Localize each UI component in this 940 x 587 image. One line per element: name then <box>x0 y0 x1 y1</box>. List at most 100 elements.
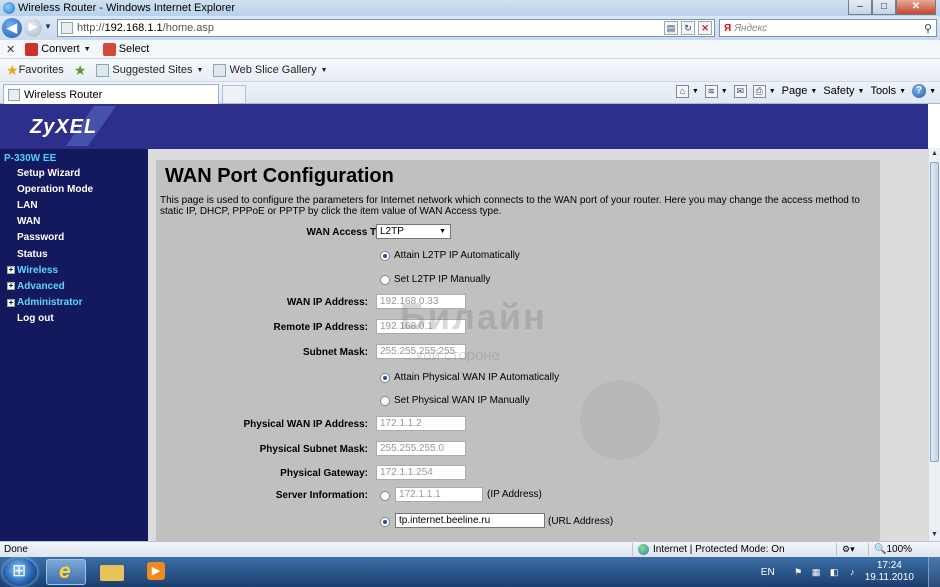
home-button[interactable]: ⌂ ▼ <box>675 84 699 98</box>
physical-manual-option[interactable]: Set Physical WAN IP Manually <box>380 395 530 406</box>
wan-ip-label: WAN IP Address: <box>286 297 368 308</box>
sidebar-item-setup-wizard[interactable]: Setup Wizard <box>0 165 148 181</box>
stop-icon[interactable]: ✕ <box>698 21 712 35</box>
physical-subnet-input[interactable]: 255.255.255.0 <box>376 441 466 456</box>
add-favorite-button[interactable]: ★ <box>74 63 87 77</box>
taskbar-explorer-button[interactable] <box>92 559 132 585</box>
select-button[interactable]: Select <box>102 42 150 56</box>
favorites-button[interactable]: ★ Favorites <box>6 63 64 77</box>
maximize-button[interactable]: □ <box>872 0 896 15</box>
web-slice-icon <box>213 63 227 77</box>
main-content: WAN Port Configuration This page is used… <box>148 149 928 541</box>
pdf-convert-icon <box>25 42 39 56</box>
vertical-scrollbar[interactable]: ▲ ▼ <box>928 148 940 541</box>
clock[interactable]: 17:24 19.11.2010 <box>865 560 914 584</box>
beeline-watermark: Билайн <box>400 296 547 337</box>
physical-auto-option[interactable]: Attain Physical WAN IP Automatically <box>380 372 559 383</box>
l2tp-manual-radio[interactable] <box>380 274 390 285</box>
feeds-button[interactable]: ≋ ▼ <box>704 84 728 98</box>
page-icon <box>8 88 20 101</box>
address-field[interactable]: http://192.168.1.1/home.asp ▤ ↻ ✕ <box>57 19 715 37</box>
mail-icon: ✉ <box>733 84 747 98</box>
show-desktop-button[interactable] <box>928 557 940 587</box>
expand-icon[interactable]: + <box>7 298 15 307</box>
close-window-button[interactable]: ✕ <box>896 0 936 15</box>
sidebar-item-advanced[interactable]: + Advanced <box>0 278 148 294</box>
expand-icon[interactable]: + <box>7 266 15 275</box>
safety-menu[interactable]: Safety ▼ <box>823 85 864 97</box>
close-toolbar-icon[interactable]: ✕ <box>6 43 15 56</box>
l2tp-auto-option[interactable]: Attain L2TP IP Automatically <box>380 250 520 261</box>
wan-access-type-value: L2TP <box>380 226 404 237</box>
read-mail-button[interactable]: ✉ <box>733 84 747 98</box>
convert-label: Convert <box>41 43 80 55</box>
zoom-level[interactable]: 🔍100% <box>874 544 912 555</box>
wan-access-type-select[interactable]: L2TP ▼ <box>376 224 451 239</box>
physical-subnet-label: Physical Subnet Mask: <box>259 444 368 455</box>
convert-button[interactable]: Convert ▼ <box>25 42 91 56</box>
expand-icon[interactable]: + <box>7 282 15 291</box>
tab-bar: Wireless Router ⌂ ▼ ≋ ▼ ✉ ⎙ ▼ Page ▼ Safety ▼… <box>0 82 940 104</box>
new-tab-button[interactable] <box>222 85 246 103</box>
tray-app-icon[interactable]: ◧ <box>829 567 840 578</box>
sidebar-item-operation-mode[interactable]: Operation Mode <box>0 181 148 197</box>
web-slice-gallery-button[interactable]: Web Slice Gallery ▼ <box>213 63 328 77</box>
address-url[interactable]: http://192.168.1.1/home.asp <box>77 22 214 34</box>
tab-wireless-router[interactable]: Wireless Router <box>3 84 219 104</box>
compatibility-view-icon[interactable]: ▤ <box>664 21 678 35</box>
security-zone[interactable]: Internet | Protected Mode: On <box>638 544 785 555</box>
network-icon[interactable]: ▦ <box>811 567 822 578</box>
language-indicator[interactable]: EN <box>761 567 775 578</box>
minimize-button[interactable]: – <box>848 0 872 15</box>
server-ip-radio[interactable] <box>380 491 390 501</box>
refresh-icon[interactable]: ↻ <box>681 21 695 35</box>
taskbar-media-button[interactable] <box>136 559 176 585</box>
search-box[interactable]: Я Яндекс ⚲ <box>719 19 937 37</box>
sidebar-item-status[interactable]: Status <box>0 246 148 262</box>
beeline-watermark-sub: ...кой стороне <box>404 347 500 364</box>
sidebar-item-wireless[interactable]: + Wireless <box>0 262 148 278</box>
sidebar-item-password[interactable]: Password <box>0 230 148 246</box>
select-label: Select <box>118 43 150 55</box>
sidebar-item-wan[interactable]: WAN <box>0 214 148 230</box>
favorites-label: Favorites <box>18 64 64 76</box>
server-url-input[interactable]: tp.internet.beeline.ru <box>395 513 545 528</box>
volume-icon[interactable]: ♪ <box>847 567 858 578</box>
action-center-icon[interactable]: ⚑ <box>793 567 804 578</box>
scroll-up-icon[interactable]: ▲ <box>929 148 940 160</box>
page-menu[interactable]: Page ▼ <box>782 85 818 97</box>
server-ip-suffix: (IP Address) <box>487 489 542 500</box>
tools-menu[interactable]: Tools ▼ <box>870 85 906 97</box>
sidebar-item-administrator[interactable]: + Administrator <box>0 295 148 311</box>
address-bar-row: ◀ ▶ ▼ http://192.168.1.1/home.asp ▤ ↻ ✕ … <box>0 16 940 40</box>
taskbar-ie-button[interactable] <box>46 559 86 585</box>
physical-wan-ip-input[interactable]: 172.1.1.2 <box>376 416 466 431</box>
physical-auto-radio[interactable] <box>380 372 390 383</box>
l2tp-manual-option[interactable]: Set L2TP IP Manually <box>380 274 490 285</box>
physical-auto-label: Attain Physical WAN IP Automatically <box>394 372 560 383</box>
search-input[interactable]: Яндекс <box>734 23 924 34</box>
print-button[interactable]: ⎙ ▼ <box>752 84 776 98</box>
physical-manual-radio[interactable] <box>380 395 390 406</box>
sidebar-item-log-out[interactable]: Log out <box>0 311 148 327</box>
zone-settings-icon[interactable]: ⚙▾ <box>842 544 855 555</box>
sidebar-item-lan[interactable]: LAN <box>0 197 148 213</box>
chevron-down-icon: ▼ <box>196 66 204 74</box>
scroll-down-icon[interactable]: ▼ <box>929 529 940 541</box>
scroll-thumb[interactable] <box>930 162 939 462</box>
l2tp-auto-radio[interactable] <box>380 250 390 261</box>
suggested-sites-icon <box>96 63 110 77</box>
forward-button[interactable]: ▶ <box>24 19 42 37</box>
suggested-sites-button[interactable]: Suggested Sites ▼ <box>96 63 204 77</box>
back-button[interactable]: ◀ <box>2 18 22 38</box>
sidebar: P-330W EE Setup Wizard Operation Mode LA… <box>0 149 148 541</box>
start-button[interactable] <box>3 558 37 586</box>
server-ip-input[interactable]: 172.1.1.1 <box>395 487 483 502</box>
physical-wan-ip-label: Physical WAN IP Address: <box>243 419 369 430</box>
help-button[interactable]: ? ▼ <box>912 84 936 98</box>
search-icon[interactable]: ⚲ <box>924 22 932 35</box>
physical-gateway-input[interactable]: 172.1.1.254 <box>376 465 466 480</box>
server-url-radio[interactable] <box>380 517 390 527</box>
history-dropdown-icon[interactable]: ▼ <box>44 22 52 31</box>
server-info-label: Server Information: <box>275 490 368 501</box>
